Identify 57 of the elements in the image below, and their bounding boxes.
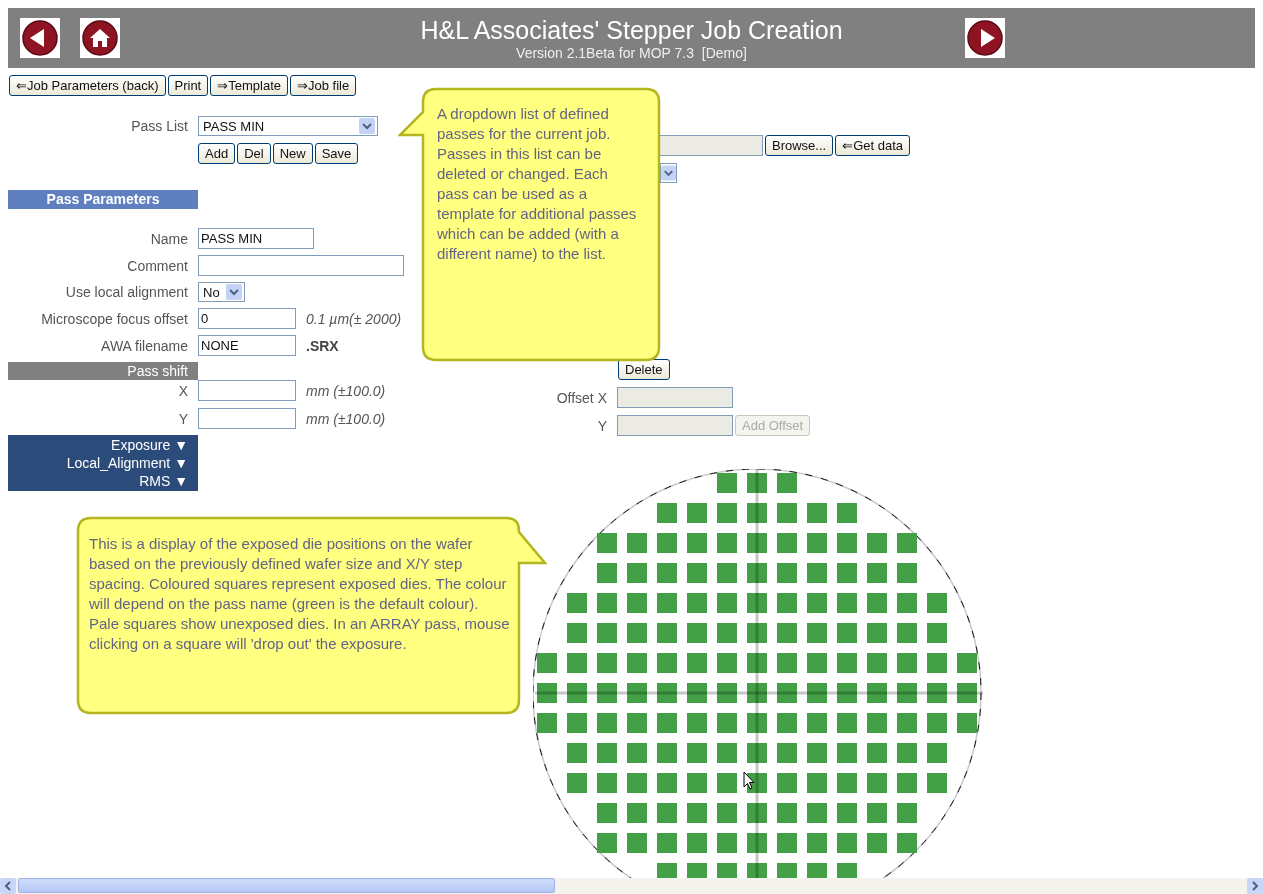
back-arrow-icon[interactable] <box>20 18 60 58</box>
offset-field[interactable] <box>617 387 733 408</box>
delete-button[interactable]: Delete <box>618 359 670 380</box>
caret-icon <box>661 165 676 181</box>
field-label: Use local alignment <box>64 284 189 300</box>
section-toggle[interactable]: Local_Alignment ▼ <box>66 454 188 472</box>
unit-text: mm (±100.0) <box>306 382 386 399</box>
file-button[interactable]: Browse... <box>765 135 834 156</box>
unit-text: 0.1 µm(± 2000) <box>306 310 402 327</box>
wafer-map-drawing[interactable] <box>533 469 983 878</box>
page-title: H&L Associates' Stepper Job Creation <box>419 15 844 45</box>
field-label: Offset X <box>555 389 608 406</box>
section-toggle[interactable]: RMS ▼ <box>139 472 188 490</box>
text-field[interactable] <box>198 380 296 401</box>
unit-text: .SRX <box>306 337 339 354</box>
pass-action-button[interactable]: Del <box>237 143 271 164</box>
caret-icon <box>225 284 242 300</box>
section-toggle[interactable]: Exposure ▼ <box>111 436 188 454</box>
offset-field[interactable] <box>617 415 733 436</box>
unit-text: mm (±100.0) <box>306 410 386 427</box>
version-text: Version 2.1Beta for MOP 7.3 [Demo] <box>515 45 748 61</box>
text-field[interactable]: PASS MIN <box>198 228 314 249</box>
forward-arrow-icon[interactable] <box>965 18 1005 58</box>
pass-action-button[interactable]: New <box>272 143 313 164</box>
text-field[interactable]: NONE <box>198 335 296 356</box>
horizontal-scrollbar[interactable] <box>0 878 1263 894</box>
dropdown[interactable] <box>660 163 677 183</box>
file-button[interactable]: ⇐Get data <box>835 135 911 156</box>
mouse-pointer-icon <box>743 771 755 790</box>
text-field[interactable] <box>198 255 404 276</box>
toolbar-button[interactable]: ⇒Template <box>210 75 288 96</box>
scroll-thumb[interactable] <box>18 878 555 893</box>
field-label: X <box>177 382 189 399</box>
toolbar-button[interactable]: ⇐Job Parameters (back) <box>9 75 166 96</box>
scroll-right-icon[interactable] <box>1247 878 1263 894</box>
field-label: Y <box>177 410 189 427</box>
field-label: Name <box>149 230 189 247</box>
section-header: Pass shift <box>8 362 198 380</box>
callout-text: A dropdown list of defined passes for the current job. Passes in this list can be deleted or changed. Each pass can be used as a template for additional passes which can be added (with a different name) to the list. <box>437 104 638 264</box>
field-label: Y <box>596 417 608 434</box>
toolbar-button[interactable]: Print <box>167 75 209 96</box>
pass-action-button[interactable]: Add <box>198 143 236 164</box>
scroll-left-icon[interactable] <box>0 878 16 894</box>
callout-text: This is a display of the exposed die positions on the wafer based on the previously defined wafer size and X/Y step spacing. Coloured squares represent exposed dies. The colour will depend on the pass name (green is the default colour). Pale squares show unexposed dies. In an ARRAY pass, mouse clicking on a square will 'drop out' the exposure. <box>88 534 511 654</box>
section-header: Pass Parameters <box>8 190 198 209</box>
toolbar-button[interactable]: ⇒Job file <box>290 75 357 96</box>
text-field[interactable] <box>198 408 296 429</box>
home-icon[interactable] <box>80 18 120 58</box>
caret-icon <box>359 118 375 134</box>
pass-action-button[interactable]: Save <box>314 143 359 164</box>
field-label: Pass List <box>130 118 189 134</box>
field-label: Microscope focus offset <box>40 310 189 327</box>
field-label: AWA filename <box>100 337 189 354</box>
field-label: Comment <box>126 257 189 274</box>
dropdown[interactable]: No <box>198 282 245 302</box>
text-field[interactable]: 0 <box>198 308 296 329</box>
pass-list-dropdown[interactable]: PASS MIN <box>198 116 378 136</box>
